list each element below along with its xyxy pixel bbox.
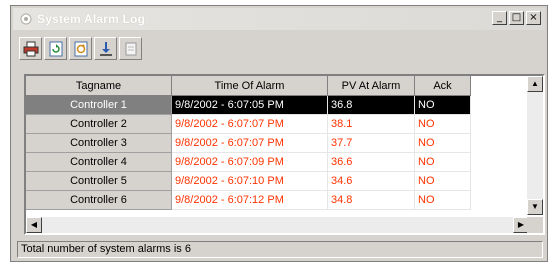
ack-cell: NO bbox=[415, 153, 471, 172]
time-cell: 9/8/2002 - 6:07:09 PM bbox=[172, 153, 328, 172]
refresh-button[interactable] bbox=[44, 37, 67, 60]
time-cell: 9/8/2002 - 6:07:07 PM bbox=[172, 134, 328, 153]
pv-cell: 38.1 bbox=[328, 115, 415, 134]
status-bar: Total number of system alarms is 6 bbox=[17, 241, 543, 258]
table-row[interactable]: Controller 5 9/8/2002 - 6:07:10 PM 34.6 … bbox=[26, 172, 471, 191]
tagname-cell: Controller 3 bbox=[26, 134, 172, 153]
export-button[interactable] bbox=[119, 37, 142, 60]
minimize-button[interactable]: _ bbox=[492, 11, 507, 25]
scroll-left-icon[interactable]: ◀ bbox=[26, 217, 42, 233]
time-cell: 9/8/2002 - 6:07:12 PM bbox=[172, 191, 328, 210]
pv-cell: 37.7 bbox=[328, 134, 415, 153]
tagname-cell: Controller 4 bbox=[26, 153, 172, 172]
table-row[interactable]: Controller 1 9/8/2002 - 6:07:05 PM 36.8 … bbox=[26, 96, 471, 115]
download-icon bbox=[99, 41, 112, 56]
refresh-all-button[interactable] bbox=[69, 37, 92, 60]
time-cell: 9/8/2002 - 6:07:05 PM bbox=[172, 96, 328, 115]
print-button[interactable] bbox=[19, 37, 42, 60]
pv-cell: 36.8 bbox=[328, 96, 415, 115]
time-cell: 9/8/2002 - 6:07:10 PM bbox=[172, 172, 328, 191]
time-cell: 9/8/2002 - 6:07:07 PM bbox=[172, 115, 328, 134]
table-row[interactable]: Controller 2 9/8/2002 - 6:07:07 PM 38.1 … bbox=[26, 115, 471, 134]
app-icon bbox=[20, 13, 32, 25]
column-header-ack[interactable]: Ack bbox=[415, 76, 471, 96]
tagname-cell: Controller 5 bbox=[26, 172, 172, 191]
ack-cell: NO bbox=[415, 134, 471, 153]
refresh-icon bbox=[49, 41, 62, 56]
tagname-cell: Controller 1 bbox=[26, 96, 172, 115]
print-icon bbox=[23, 41, 38, 56]
pv-cell: 34.6 bbox=[328, 172, 415, 191]
column-header-tagname[interactable]: Tagname bbox=[26, 76, 172, 96]
alarm-log-window: System Alarm Log _ □ × Tagname Time Of A… bbox=[10, 5, 548, 262]
maximize-button[interactable]: □ bbox=[509, 11, 524, 25]
ack-cell: NO bbox=[415, 96, 471, 115]
pv-cell: 36.6 bbox=[328, 153, 415, 172]
title-bar[interactable]: System Alarm Log _ □ × bbox=[13, 8, 545, 30]
table-row[interactable]: Controller 6 9/8/2002 - 6:07:12 PM 34.8 … bbox=[26, 191, 471, 210]
table-row[interactable]: Controller 3 9/8/2002 - 6:07:07 PM 37.7 … bbox=[26, 134, 471, 153]
ack-cell: NO bbox=[415, 172, 471, 191]
tagname-cell: Controller 2 bbox=[26, 115, 172, 134]
column-header-time[interactable]: Time Of Alarm bbox=[172, 76, 328, 96]
ack-cell: NO bbox=[415, 115, 471, 134]
tagname-cell: Controller 6 bbox=[26, 191, 172, 210]
column-header-pv[interactable]: PV At Alarm bbox=[328, 76, 415, 96]
scroll-up-icon[interactable]: ▲ bbox=[527, 76, 543, 92]
toolbar bbox=[19, 37, 142, 63]
export-icon bbox=[125, 42, 136, 55]
horizontal-scrollbar[interactable]: ◀ ▶ bbox=[26, 217, 529, 233]
scroll-corner bbox=[527, 217, 543, 233]
download-button[interactable] bbox=[94, 37, 117, 60]
vertical-scrollbar[interactable]: ▲ ▼ bbox=[527, 76, 543, 215]
close-button[interactable]: × bbox=[526, 11, 541, 25]
window-title: System Alarm Log bbox=[37, 12, 146, 26]
ack-cell: NO bbox=[415, 191, 471, 210]
table-row[interactable]: Controller 4 9/8/2002 - 6:07:09 PM 36.6 … bbox=[26, 153, 471, 172]
scroll-down-icon[interactable]: ▼ bbox=[527, 199, 543, 215]
alarm-grid[interactable]: Tagname Time Of Alarm PV At Alarm Ack Co… bbox=[24, 74, 545, 235]
refresh-all-icon bbox=[74, 41, 87, 56]
pv-cell: 34.8 bbox=[328, 191, 415, 210]
